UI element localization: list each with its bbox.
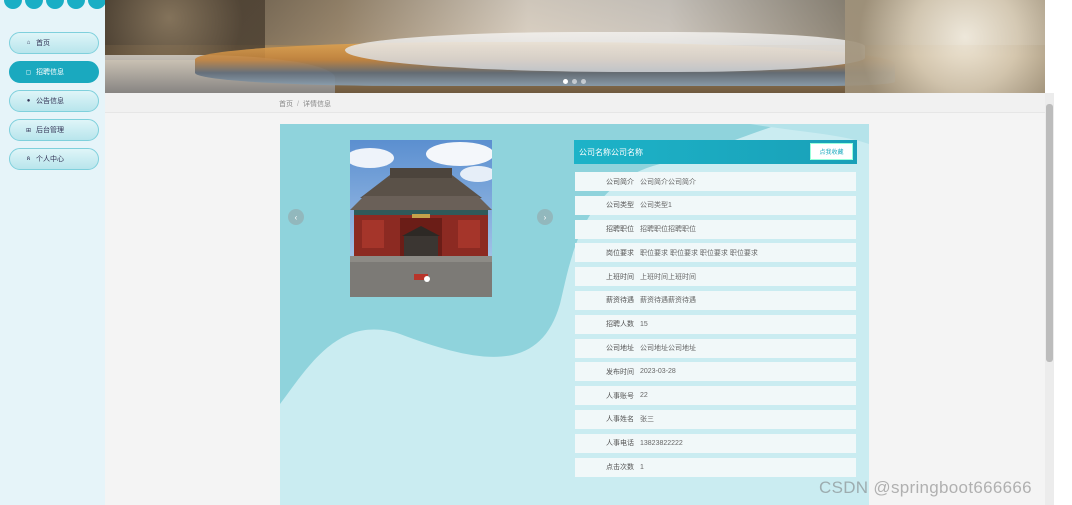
field-row-click-count: 点击次数 1: [575, 457, 856, 477]
field-label: 人事姓名: [606, 416, 634, 424]
field-value: 2023-03-28: [640, 368, 676, 376]
field-value: 上班时间上班时间: [640, 273, 696, 281]
sidebar-item-label: 招聘信息: [36, 69, 64, 76]
detail-fields: 公司简介 公司简介公司简介 公司类型 公司类型1 招聘职位 招聘职位招聘职位 岗…: [575, 172, 856, 481]
banner-page-dot[interactable]: [572, 79, 577, 84]
user-icon: ጸ: [26, 155, 31, 162]
breadcrumb-separator: /: [297, 101, 299, 108]
field-label: 公司简介: [606, 178, 634, 186]
field-value: 13823822222: [640, 439, 683, 447]
banner-page-dot[interactable]: [581, 79, 586, 84]
favorite-button[interactable]: 点我收藏: [810, 143, 853, 160]
bell-icon: ●: [26, 98, 31, 104]
field-row-position: 招聘职位 招聘职位招聘职位: [575, 219, 856, 239]
field-label: 人事账号: [606, 392, 634, 400]
field-value: 薪资待遇薪资待遇: [640, 297, 696, 305]
field-value: 职位要求 职位要求 职位要求 职位要求: [640, 249, 758, 257]
photo-pagination-dot[interactable]: [424, 276, 430, 282]
field-label: 上班时间: [606, 273, 634, 281]
sidebar-item-notices[interactable]: ● 公告信息: [9, 90, 99, 112]
field-value: 22: [640, 392, 648, 400]
field-row-address: 公司地址 公司地址公司地址: [575, 338, 856, 358]
banner-pagination: [563, 79, 586, 84]
sidebar-item-admin[interactable]: ⊞ 后台管理: [9, 119, 99, 141]
sidebar-item-home[interactable]: ⌂ 首页: [9, 32, 99, 54]
breadcrumb: 首页 / 详情信息: [279, 99, 331, 109]
field-value: 公司类型1: [640, 202, 672, 210]
breadcrumb-current: 详情信息: [302, 101, 331, 108]
field-row-hr-phone: 人事电话 13823822222: [575, 433, 856, 453]
scrollbar-thumb[interactable]: [1046, 104, 1053, 362]
sidebar-item-label: 后台管理: [36, 127, 64, 134]
decorative-scallops: [4, 0, 106, 9]
field-value: 公司简介公司简介: [640, 178, 696, 186]
carousel-prev-button[interactable]: ‹: [288, 209, 304, 225]
field-row-publish-date: 发布时间 2023-03-28: [575, 362, 856, 382]
field-row-work-hours: 上班时间 上班时间上班时间: [575, 267, 856, 287]
hero-banner: [105, 0, 1045, 93]
field-label: 发布时间: [606, 368, 634, 376]
product-photo: [350, 140, 492, 297]
admin-icon: ⊞: [25, 127, 32, 134]
field-label: 人事电话: [606, 440, 634, 448]
sidebar-item-jobs[interactable]: ▢ 招聘信息: [9, 61, 99, 83]
field-value: 张三: [640, 416, 654, 424]
briefcase-icon: ▢: [25, 69, 32, 76]
field-label: 薪资待遇: [606, 297, 634, 305]
field-value: 招聘职位招聘职位: [640, 226, 696, 234]
chevron-right-icon: ›: [543, 212, 547, 222]
home-icon: ⌂: [26, 40, 31, 46]
sidebar: ⌂ 首页 ▢ 招聘信息 ● 公告信息 ⊞ 后台管理 ጸ 个人中心: [0, 0, 106, 505]
field-row-company-intro: 公司简介 公司简介公司简介: [575, 172, 856, 191]
field-label: 岗位要求: [606, 249, 634, 257]
field-label: 招聘人数: [606, 321, 634, 329]
field-value: 1: [640, 463, 644, 471]
sidebar-item-label: 首页: [36, 40, 50, 47]
field-row-hr-account: 人事账号 22: [575, 386, 856, 406]
field-label: 公司地址: [606, 345, 634, 353]
carousel-next-button[interactable]: ›: [537, 209, 553, 225]
company-name-title: 公司名称公司名称: [579, 147, 643, 157]
field-value: 公司地址公司地址: [640, 345, 696, 353]
field-value: 15: [640, 320, 648, 328]
field-row-requirements: 岗位要求 职位要求 职位要求 职位要求 职位要求: [575, 243, 856, 263]
banner-page-dot[interactable]: [563, 79, 568, 84]
field-label: 公司类型: [606, 202, 634, 210]
breadcrumb-home[interactable]: 首页: [279, 101, 293, 108]
watermark-text: CSDN @springboot666666: [819, 478, 1032, 497]
field-row-company-type: 公司类型 公司类型1: [575, 195, 856, 215]
field-row-headcount: 招聘人数 15: [575, 314, 856, 334]
field-row-salary: 薪资待遇 薪资待遇薪资待遇: [575, 290, 856, 310]
field-row-hr-name: 人事姓名 张三: [575, 409, 856, 429]
sidebar-item-profile[interactable]: ጸ 个人中心: [9, 148, 99, 170]
breadcrumb-bar: 首页 / 详情信息: [105, 93, 1045, 113]
field-label: 招聘职位: [606, 226, 634, 234]
sidebar-nav: ⌂ 首页 ▢ 招聘信息 ● 公告信息 ⊞ 后台管理 ጸ 个人中心: [9, 32, 99, 177]
sidebar-item-label: 个人中心: [36, 156, 64, 163]
sidebar-item-label: 公告信息: [36, 98, 64, 105]
chevron-left-icon: ‹: [294, 212, 298, 222]
field-label: 点击次数: [606, 464, 634, 472]
